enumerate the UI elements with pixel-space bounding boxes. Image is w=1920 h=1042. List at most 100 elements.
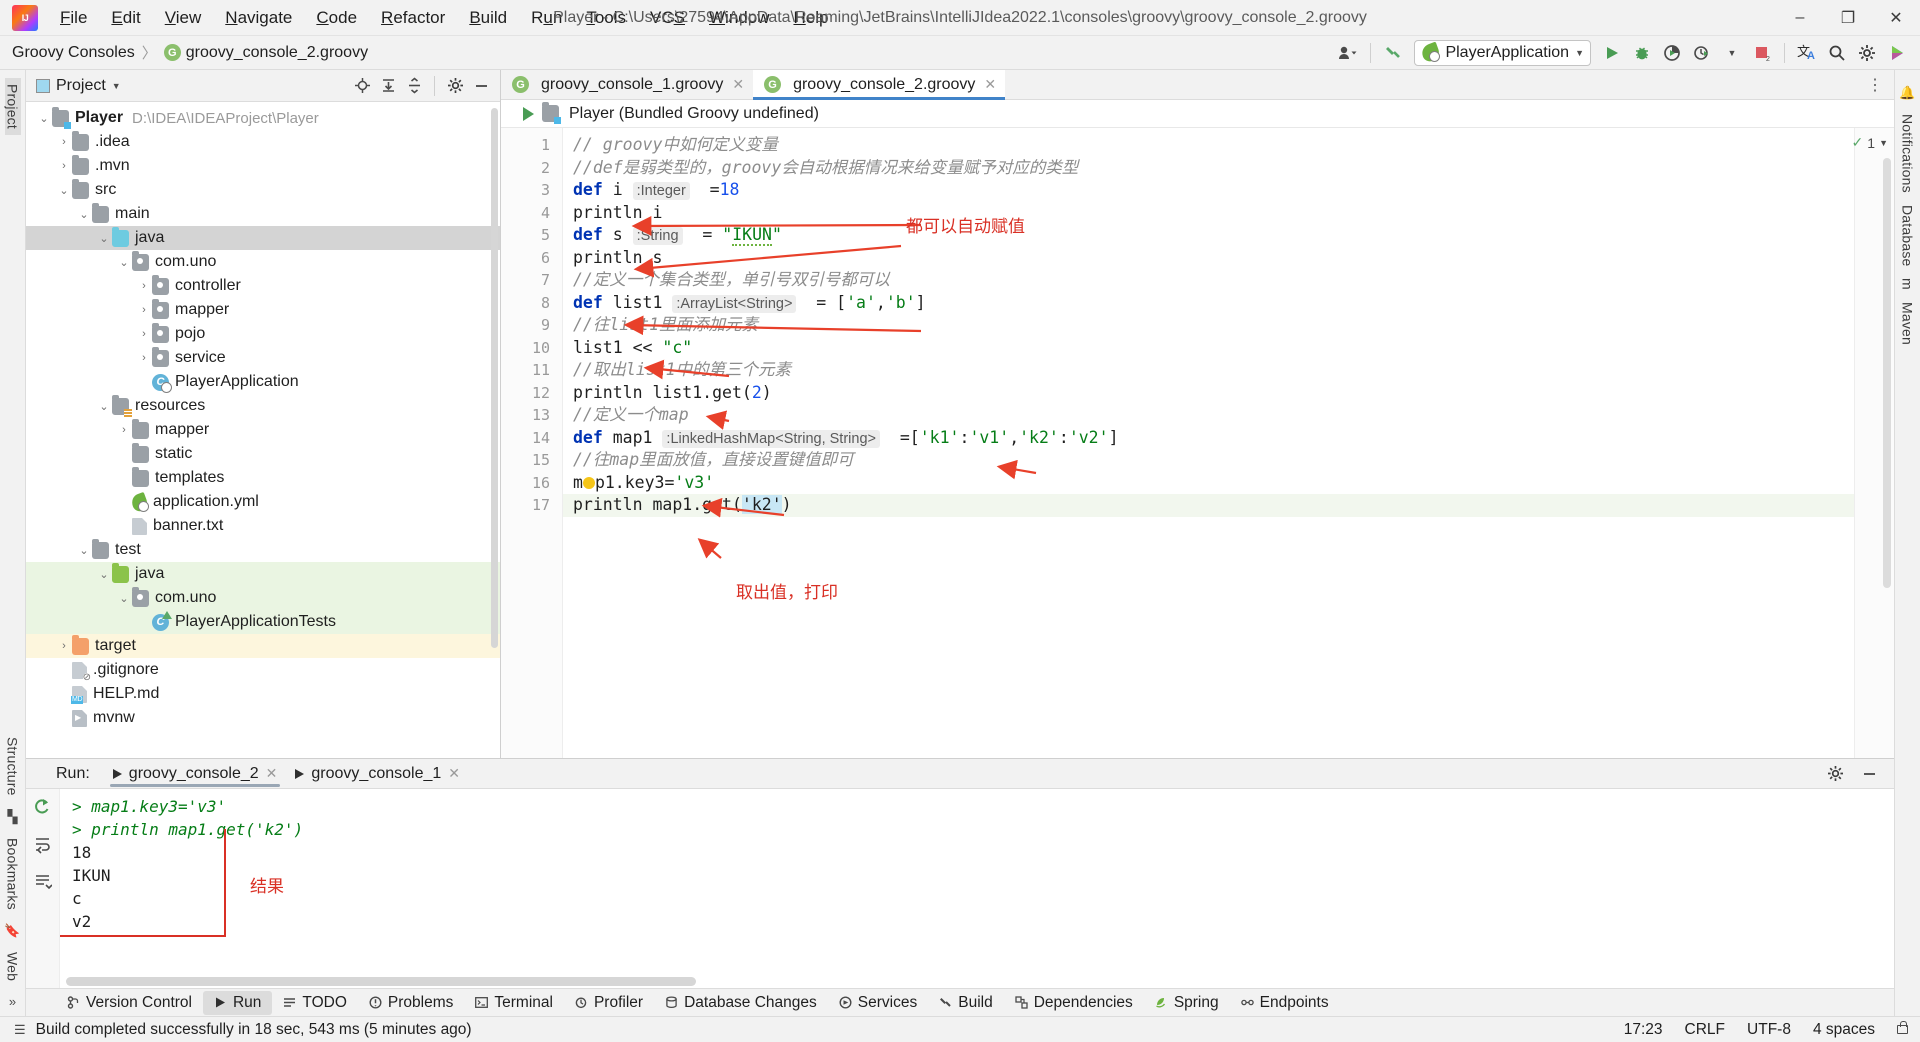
code-line-12[interactable]: println list1.get(2) bbox=[563, 382, 1854, 405]
tree-node-controller[interactable]: › controller bbox=[26, 274, 500, 298]
tree-node-test[interactable]: ⌄ test bbox=[26, 538, 500, 562]
tree-node-java[interactable]: ⌄ java bbox=[26, 562, 500, 586]
status-indent[interactable]: 4 spaces bbox=[1813, 1021, 1875, 1039]
menu-item-view[interactable]: View bbox=[153, 4, 214, 32]
tool-window-structure[interactable]: Structure bbox=[5, 731, 21, 802]
chevron-down-icon[interactable]: ⌄ bbox=[36, 112, 52, 125]
menu-item-vcs[interactable]: VCS bbox=[638, 4, 697, 32]
chevron-down-icon[interactable]: ⌄ bbox=[116, 256, 132, 269]
tree-node-banner-txt[interactable]: · banner.txt bbox=[26, 514, 500, 538]
inspection-status[interactable]: ✓ 1 ▼ bbox=[1852, 134, 1888, 151]
chevron-down-icon[interactable]: ▼ bbox=[1717, 38, 1747, 68]
tree-node-src[interactable]: ⌄ src bbox=[26, 178, 500, 202]
code-line-5[interactable]: def s :String = "IKUN" bbox=[563, 224, 1854, 247]
chevron-right-icon[interactable]: · bbox=[136, 376, 152, 388]
menu-item-code[interactable]: Code bbox=[304, 4, 369, 32]
tree-node-help-md[interactable]: · HELP.md bbox=[26, 682, 500, 706]
chevron-down-icon[interactable]: ⌄ bbox=[116, 592, 132, 605]
search-icon[interactable] bbox=[1822, 38, 1852, 68]
scroll-to-end-icon[interactable] bbox=[33, 873, 53, 897]
code-line-15[interactable]: //往map里面放值，直接设置键值即可 bbox=[563, 449, 1854, 472]
chevron-right-icon[interactable]: › bbox=[56, 640, 72, 652]
run-icon[interactable] bbox=[523, 106, 534, 121]
tree-node-templates[interactable]: · templates bbox=[26, 466, 500, 490]
menu-item-tools[interactable]: Tools bbox=[574, 4, 638, 32]
breadcrumb-file[interactable]: groovy_console_2.groovy bbox=[186, 44, 368, 62]
close-icon[interactable]: ✕ bbox=[732, 76, 744, 93]
run-button[interactable] bbox=[1597, 38, 1627, 68]
code-line-8[interactable]: def list1 :ArrayList<String> = ['a','b'] bbox=[563, 292, 1854, 315]
breadcrumb-root[interactable]: Groovy Consoles bbox=[12, 44, 135, 62]
build-hammer-icon[interactable] bbox=[1378, 38, 1408, 68]
console-horizontal-scrollbar[interactable] bbox=[66, 977, 696, 986]
collapse-all-icon[interactable] bbox=[401, 73, 427, 99]
user-dropdown-icon[interactable] bbox=[1333, 38, 1363, 68]
project-file-tree[interactable]: ⌄ Player D:\IDEA\IDEAProject\Player › .idea ›… bbox=[26, 102, 500, 758]
chevron-right-icon[interactable]: › bbox=[136, 328, 152, 340]
run-with-coverage-button[interactable] bbox=[1657, 38, 1687, 68]
tool-window-button-run[interactable]: Run bbox=[202, 990, 273, 1015]
code-line-4[interactable]: println i bbox=[563, 202, 1854, 225]
chevron-down-icon[interactable]: ⌄ bbox=[76, 544, 92, 557]
console-output[interactable]: 结果 > map1.key3='v3' > println map1.get('k… bbox=[60, 789, 1894, 988]
tool-window-maven[interactable]: Maven bbox=[1900, 296, 1916, 351]
code-line-9[interactable]: //往list1里面添加元素 bbox=[563, 314, 1854, 337]
close-icon[interactable]: ✕ bbox=[448, 765, 460, 782]
tool-window-button-todo[interactable]: TODO bbox=[272, 991, 358, 1015]
settings-gear-icon[interactable] bbox=[1820, 759, 1850, 789]
run-configuration-selector[interactable]: PlayerApplication ▼ bbox=[1414, 39, 1591, 66]
chevron-right-icon[interactable]: › bbox=[56, 136, 72, 148]
project-panel-title[interactable]: Project ▼ bbox=[36, 77, 121, 95]
code-line-2[interactable]: //def是弱类型的，groovy会自动根据情况来给变量赋予对应的类型 bbox=[563, 157, 1854, 180]
tool-window-button-endpoints[interactable]: Endpoints bbox=[1230, 991, 1340, 1015]
notifications-icon[interactable]: 🔔 bbox=[1899, 85, 1915, 101]
tool-window-project[interactable]: Project bbox=[4, 78, 21, 135]
minimize-button[interactable]: – bbox=[1776, 0, 1824, 36]
chevron-down-icon[interactable]: ⌄ bbox=[96, 232, 112, 245]
menu-item-window[interactable]: Window bbox=[697, 4, 781, 32]
tree-node--gitignore[interactable]: · .gitignore bbox=[26, 658, 500, 683]
menu-item-file[interactable]: File bbox=[48, 4, 99, 32]
maximize-button[interactable]: ❐ bbox=[1824, 0, 1872, 36]
overflow-menu-icon[interactable]: ⋮ bbox=[1867, 75, 1884, 95]
tree-scrollbar[interactable] bbox=[491, 108, 498, 648]
tree-node-com-uno[interactable]: ⌄ com.uno bbox=[26, 250, 500, 274]
code-line-11[interactable]: //取出list1中的第三个元素 bbox=[563, 359, 1854, 382]
code-line-14[interactable]: def map1 :LinkedHashMap<String, String> … bbox=[563, 427, 1854, 450]
tool-window-button-version-control[interactable]: Version Control bbox=[56, 991, 203, 1015]
menu-item-navigate[interactable]: Navigate bbox=[213, 4, 304, 32]
tool-window-button-profiler[interactable]: Profiler bbox=[564, 991, 654, 1015]
chevron-right-icon[interactable]: · bbox=[116, 520, 132, 532]
tree-node-playerapplication[interactable]: ·CPlayerApplication bbox=[26, 370, 500, 394]
tree-node-target[interactable]: › target bbox=[26, 634, 500, 658]
code-line-16[interactable]: m p1.key3='v3' bbox=[563, 472, 1854, 495]
code-line-17[interactable]: println map1.get('k2') bbox=[563, 494, 1854, 517]
menu-item-run[interactable]: Run bbox=[519, 4, 574, 32]
editor-scrollbar[interactable] bbox=[1883, 158, 1891, 588]
translate-icon[interactable]: 文A bbox=[1792, 38, 1822, 68]
menu-item-help[interactable]: Help bbox=[781, 4, 840, 32]
event-log-icon[interactable]: ☰ bbox=[14, 1022, 26, 1038]
tool-window-database[interactable]: Database bbox=[1900, 199, 1916, 273]
editor-tab-groovy-console-2[interactable]: G groovy_console_2.groovy ✕ bbox=[753, 70, 1006, 100]
tree-node-mvnw[interactable]: · mvnw bbox=[26, 706, 500, 730]
chevron-right-icon[interactable]: › bbox=[116, 424, 132, 436]
tool-window-button-build[interactable]: Build bbox=[928, 991, 1003, 1015]
close-icon[interactable]: ✕ bbox=[984, 76, 996, 93]
tree-node-playerapplicationtests[interactable]: ·CPlayerApplicationTests bbox=[26, 610, 500, 634]
menu-item-refactor[interactable]: Refactor bbox=[369, 4, 457, 32]
tool-window-button-dependencies[interactable]: Dependencies bbox=[1004, 991, 1144, 1015]
soft-wrap-icon[interactable] bbox=[33, 835, 52, 859]
status-line-ending[interactable]: CRLF bbox=[1685, 1021, 1725, 1039]
run-tab-groovy-console-2[interactable]: groovy_console_2 ✕ bbox=[104, 759, 287, 789]
settings-gear-icon[interactable] bbox=[442, 73, 468, 99]
code-line-1[interactable]: // groovy中如何定义变量 bbox=[563, 134, 1854, 157]
stop-button[interactable]: 2 bbox=[1747, 38, 1777, 68]
chevron-right-icon[interactable]: · bbox=[116, 472, 132, 484]
code-line-10[interactable]: list1 << "c" bbox=[563, 337, 1854, 360]
tree-node--mvn[interactable]: › .mvn bbox=[26, 154, 500, 178]
tree-node-service[interactable]: › service bbox=[26, 346, 500, 370]
chevron-down-icon[interactable]: ▼ bbox=[1879, 138, 1888, 148]
tool-window-button-terminal[interactable]: Terminal bbox=[464, 991, 564, 1015]
debug-button[interactable] bbox=[1627, 38, 1657, 68]
